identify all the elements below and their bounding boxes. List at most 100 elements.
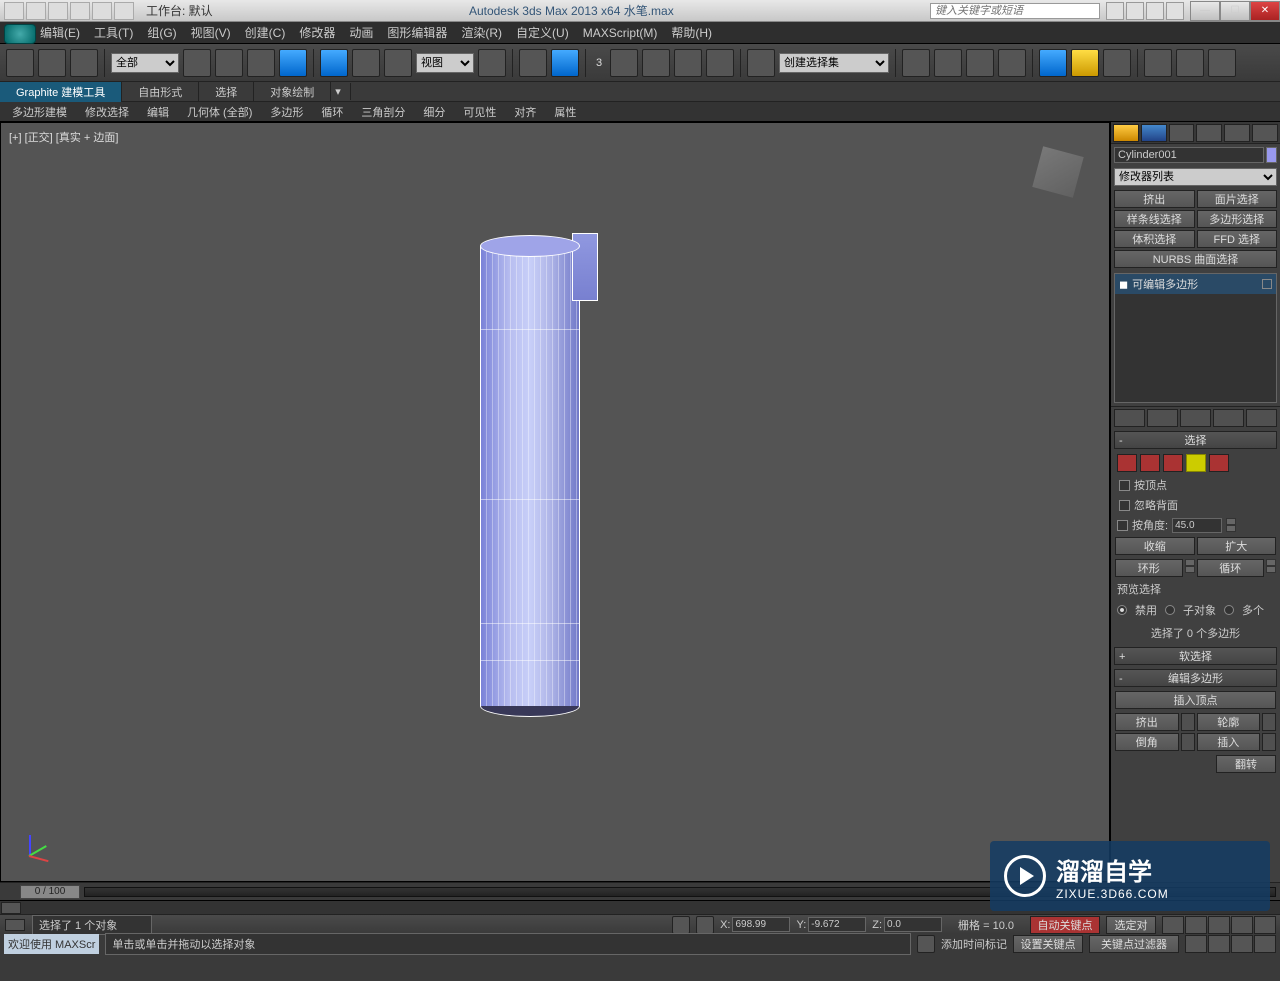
- setkey-button[interactable]: 设置关键点: [1013, 935, 1083, 953]
- nav-max-icon[interactable]: [1254, 935, 1276, 953]
- angle-down-icon[interactable]: [1226, 525, 1236, 532]
- loop-up-icon[interactable]: [1266, 559, 1276, 566]
- angle-spinner[interactable]: [1172, 518, 1222, 533]
- trackbar-toggle-icon[interactable]: [1, 902, 21, 914]
- selected-button[interactable]: 选定对: [1106, 916, 1156, 934]
- by-vertex-checkbox[interactable]: [1119, 480, 1130, 491]
- create-tab-icon[interactable]: [1113, 124, 1139, 142]
- object-color-swatch[interactable]: [1266, 147, 1277, 163]
- configure-icon[interactable]: [1246, 409, 1277, 427]
- move-icon[interactable]: [320, 49, 348, 77]
- edge-level-icon[interactable]: [1140, 454, 1160, 472]
- select-name-icon[interactable]: [215, 49, 243, 77]
- menu-group[interactable]: 组(G): [147, 24, 176, 41]
- material-icon[interactable]: [1103, 49, 1131, 77]
- exchange-icon[interactable]: [1146, 2, 1164, 20]
- rollout-editpoly-header[interactable]: -编辑多边形: [1114, 669, 1277, 687]
- absolute-mode-icon[interactable]: [696, 916, 714, 934]
- menu-tools[interactable]: 工具(T): [94, 24, 133, 41]
- menu-customize[interactable]: 自定义(U): [516, 24, 569, 41]
- graphite-icon[interactable]: [998, 49, 1026, 77]
- schematic-icon[interactable]: [1071, 49, 1099, 77]
- ribbon-sub-polymodeling[interactable]: 多边形建模: [4, 102, 75, 122]
- model-cylinder[interactable]: [476, 235, 586, 715]
- rollout-softsel-header[interactable]: +软选择: [1114, 647, 1277, 665]
- mod-btn-extrude[interactable]: 挤出: [1114, 190, 1195, 208]
- mirror-icon[interactable]: [902, 49, 930, 77]
- ref-coord-dropdown[interactable]: 视图: [416, 53, 474, 73]
- ribbon-tab-selection[interactable]: 选择: [199, 82, 254, 102]
- toolbox-icon[interactable]: [1106, 2, 1124, 20]
- viewcube-icon[interactable]: [1032, 146, 1083, 197]
- play-icon[interactable]: [1208, 916, 1230, 934]
- ribbon-sub-tris[interactable]: 三角剖分: [353, 102, 413, 122]
- object-name-input[interactable]: [1114, 147, 1264, 163]
- inset-settings-icon[interactable]: [1262, 733, 1276, 751]
- close-button[interactable]: ✕: [1250, 1, 1280, 21]
- display-tab-icon[interactable]: [1224, 124, 1250, 142]
- shrink-button[interactable]: 收缩: [1115, 537, 1195, 555]
- ribbon-sub-subdiv[interactable]: 细分: [415, 102, 453, 122]
- preview-multi-radio[interactable]: [1224, 605, 1234, 615]
- link-button[interactable]: [70, 49, 98, 77]
- ribbon-tab-objectpaint[interactable]: 对象绘制: [254, 82, 331, 102]
- preview-off-radio[interactable]: [1117, 605, 1127, 615]
- edit-named-sel-icon[interactable]: [747, 49, 775, 77]
- selection-filter-dropdown[interactable]: 全部: [111, 53, 179, 73]
- ribbon-sub-geometry[interactable]: 几何体 (全部): [179, 102, 260, 122]
- hierarchy-tab-icon[interactable]: [1169, 124, 1195, 142]
- menu-grapheditors[interactable]: 图形编辑器: [387, 24, 447, 41]
- prev-frame-icon[interactable]: [1185, 916, 1207, 934]
- ring-button[interactable]: 环形: [1115, 559, 1183, 577]
- rollout-selection-header[interactable]: -选择: [1114, 431, 1277, 449]
- ribbon-sub-properties[interactable]: 属性: [546, 102, 584, 122]
- curve-editor-icon[interactable]: [1039, 49, 1067, 77]
- align-icon[interactable]: [934, 49, 962, 77]
- loop-down-icon[interactable]: [1266, 566, 1276, 573]
- nav-pan-icon[interactable]: [1185, 935, 1207, 953]
- y-coord-input[interactable]: [808, 917, 866, 932]
- modify-tab-icon[interactable]: [1141, 124, 1167, 142]
- ribbon-sub-align[interactable]: 对齐: [506, 102, 544, 122]
- redo-icon[interactable]: [92, 2, 112, 20]
- flip-button[interactable]: 翻转: [1216, 755, 1276, 773]
- inset-button[interactable]: 插入: [1197, 733, 1261, 751]
- mod-btn-ffdsel[interactable]: FFD 选择: [1197, 230, 1278, 248]
- unique-icon[interactable]: [1180, 409, 1211, 427]
- motion-tab-icon[interactable]: [1196, 124, 1222, 142]
- rotate-icon[interactable]: [352, 49, 380, 77]
- nav-orbit-icon[interactable]: [1231, 935, 1253, 953]
- insert-vertex-button[interactable]: 插入顶点: [1115, 691, 1276, 709]
- ignore-backfacing-checkbox[interactable]: [1119, 500, 1130, 511]
- workspace-label[interactable]: 工作台: 默认: [146, 2, 213, 19]
- modifier-list-dropdown[interactable]: 修改器列表: [1114, 168, 1277, 186]
- ring-up-icon[interactable]: [1185, 559, 1195, 566]
- undo-button[interactable]: [6, 49, 34, 77]
- utilities-tab-icon[interactable]: [1252, 124, 1278, 142]
- goto-end-icon[interactable]: [1254, 916, 1276, 934]
- mod-btn-splinesel[interactable]: 样条线选择: [1114, 210, 1195, 228]
- outline-button[interactable]: 轮廓: [1197, 713, 1261, 731]
- ribbon-sub-modifysel[interactable]: 修改选择: [77, 102, 137, 122]
- select-icon[interactable]: [183, 49, 211, 77]
- app-logo-icon[interactable]: [4, 24, 36, 44]
- minimize-button[interactable]: —: [1190, 1, 1220, 21]
- show-end-icon[interactable]: [1147, 409, 1178, 427]
- spinner-snap-icon[interactable]: [706, 49, 734, 77]
- mod-btn-volsel[interactable]: 体积选择: [1114, 230, 1195, 248]
- scale-icon[interactable]: [384, 49, 412, 77]
- border-level-icon[interactable]: [1163, 454, 1183, 472]
- polygon-level-icon[interactable]: [1186, 454, 1206, 472]
- menu-animation[interactable]: 动画: [349, 24, 373, 41]
- menu-create[interactable]: 创建(C): [245, 24, 286, 41]
- rendered-frame-icon[interactable]: [1176, 49, 1204, 77]
- maximize-button[interactable]: ☐: [1220, 1, 1250, 21]
- grow-button[interactable]: 扩大: [1197, 537, 1277, 555]
- isolate-icon[interactable]: [917, 935, 935, 953]
- snap-icon[interactable]: [610, 49, 638, 77]
- keyfilter-button[interactable]: 关键点过滤器: [1089, 935, 1179, 953]
- menu-edit[interactable]: 编辑(E): [40, 24, 80, 41]
- autokey-button[interactable]: 自动关键点: [1030, 916, 1100, 934]
- ribbon-sub-loops[interactable]: 循环: [313, 102, 351, 122]
- percent-snap-icon[interactable]: [674, 49, 702, 77]
